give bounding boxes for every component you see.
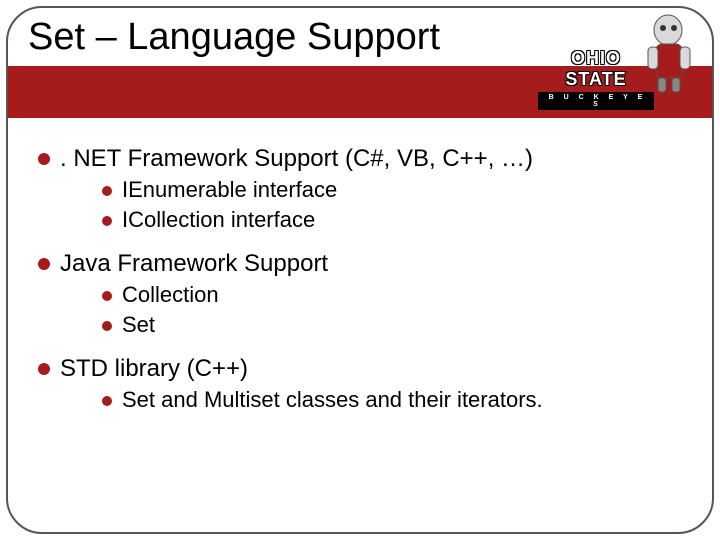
sub-text: Set bbox=[122, 312, 155, 337]
bullet-text: . NET Framework Support (C#, VB, C++, …) bbox=[60, 145, 533, 172]
bullet-icon bbox=[102, 216, 112, 226]
content: . NET Framework Support (C#, VB, C++, …)… bbox=[38, 140, 690, 416]
logo-line1: OHIO STATE bbox=[538, 48, 654, 90]
slide: Set – Language Support OHIO STATE B U C … bbox=[0, 0, 720, 540]
sub-text: Set and Multiset classes and their itera… bbox=[122, 387, 543, 412]
sub-bullet: Set bbox=[102, 311, 690, 339]
sub-bullet: IEnumerable interface bbox=[102, 176, 690, 204]
bullet-std: STD library (C++) bbox=[38, 354, 690, 384]
sub-text: ICollection interface bbox=[122, 207, 315, 232]
bullet-icon bbox=[102, 321, 112, 331]
bullet-text: Java Framework Support bbox=[60, 250, 328, 277]
bullet-icon bbox=[102, 396, 112, 406]
sub-text: Collection bbox=[122, 282, 219, 307]
sub-text: IEnumerable interface bbox=[122, 177, 337, 202]
sub-bullet: Set and Multiset classes and their itera… bbox=[102, 386, 690, 414]
bullet-icon bbox=[38, 258, 50, 270]
bullet-icon bbox=[102, 291, 112, 301]
bullet-net: . NET Framework Support (C#, VB, C++, …) bbox=[38, 144, 690, 174]
sub-bullet: ICollection interface bbox=[102, 206, 690, 234]
bullet-icon bbox=[102, 186, 112, 196]
sub-bullet: Collection bbox=[102, 281, 690, 309]
bullet-java: Java Framework Support bbox=[38, 249, 690, 279]
bullet-icon bbox=[38, 153, 50, 165]
logo-text: OHIO STATE B U C K E Y E S bbox=[538, 48, 654, 110]
ohio-state-logo: OHIO STATE B U C K E Y E S bbox=[534, 14, 694, 109]
bullet-text: STD library (C++) bbox=[60, 355, 248, 382]
bullet-icon bbox=[38, 363, 50, 375]
slide-title: Set – Language Support bbox=[28, 16, 440, 59]
logo-line2: B U C K E Y E S bbox=[538, 92, 654, 110]
